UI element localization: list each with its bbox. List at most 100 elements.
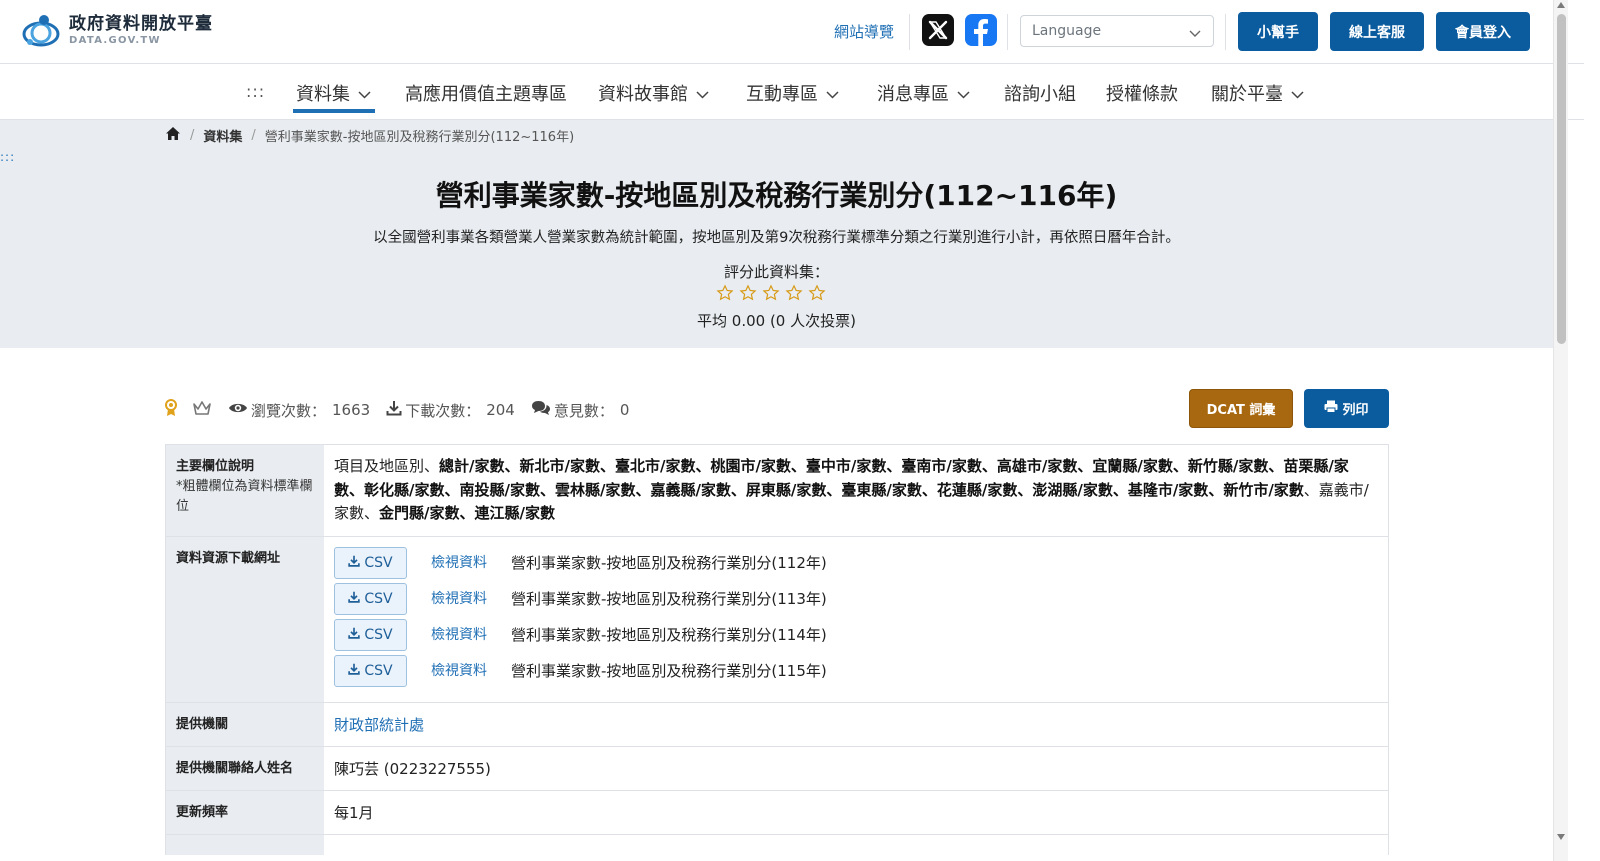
table-row: 主要欄位說明 *粗體欄位為資料標準欄位 項目及地區別、總計/家數、新北市/家數、… <box>166 445 1388 537</box>
star-icon[interactable] <box>739 284 757 306</box>
logo-title: 政府資料開放平臺 <box>69 14 213 34</box>
fields-description: 項目及地區別、總計/家數、新北市/家數、臺北市/家數、桃園市/家數、臺中市/家數… <box>324 445 1388 536</box>
star-icon[interactable] <box>785 284 803 306</box>
table-row: 更新頻率 每1月 <box>166 791 1388 835</box>
contact-person: 陳巧芸 (0223227555) <box>334 760 491 778</box>
dataset-stats: 瀏覽次數： 1663 下載次數： 204 意見數： 0 <box>164 399 629 421</box>
sitemap-link[interactable]: 網站導覽 <box>834 21 894 42</box>
breadcrumb-separator: / <box>251 128 256 143</box>
nav-label: 諮詢小組 <box>1004 84 1076 105</box>
breadcrumb-current: 營利事業家數-按地區別及稅務行業別分(112~116年) <box>264 130 575 145</box>
printer-icon <box>1324 400 1338 417</box>
view-data-link[interactable]: 檢視資料 <box>431 587 511 611</box>
resource-name: 營利事業家數-按地區別及稅務行業別分(112年) <box>511 554 827 572</box>
site-logo[interactable]: 政府資料開放平臺 DATA.GOV.TW <box>22 12 213 50</box>
nav-item-about[interactable]: 關於平臺 <box>1211 80 1304 106</box>
resource-name: 營利事業家數-按地區別及稅務行業別分(113年) <box>511 590 827 608</box>
download-icon <box>348 587 361 611</box>
nav-label: 消息專區 <box>877 84 949 105</box>
csv-label: CSV <box>364 591 393 607</box>
fields-header: 主要欄位說明 <box>176 459 255 474</box>
chevron-down-icon <box>696 83 709 104</box>
download-icon <box>386 400 402 420</box>
x-twitter-icon[interactable] <box>922 14 954 46</box>
csv-download-button[interactable]: CSV <box>334 547 407 579</box>
nav-item-license[interactable]: 授權條款 <box>1106 80 1178 106</box>
download-item: CSV 檢視資料 營利事業家數-按地區別及稅務行業別分(114年) <box>334 619 1378 651</box>
language-placeholder: Language <box>1032 23 1102 39</box>
badge-icon <box>164 399 178 421</box>
facebook-icon[interactable] <box>965 14 997 46</box>
nav-item-stories[interactable]: 資料故事館 <box>598 80 709 106</box>
nav-label: 資料集 <box>296 84 350 105</box>
download-icon <box>348 659 361 683</box>
nav-item-interactive[interactable]: 互動專區 <box>746 80 839 106</box>
chevron-down-icon <box>1291 83 1304 104</box>
scrollbar-thumb[interactable] <box>1557 14 1566 344</box>
nav-item-high-value[interactable]: 高應用價值主題專區 <box>405 80 567 106</box>
home-icon[interactable] <box>165 126 181 145</box>
csv-label: CSV <box>364 663 393 679</box>
chevron-down-icon <box>826 83 839 104</box>
view-data-link[interactable]: 檢視資料 <box>431 623 511 647</box>
chevron-down-icon <box>1189 26 1201 42</box>
star-icon[interactable] <box>808 284 826 306</box>
nav-item-advisory[interactable]: 諮詢小組 <box>1004 80 1076 106</box>
top-header: 政府資料開放平臺 DATA.GOV.TW 網站導覽 Language 小幫手 線… <box>0 0 1584 64</box>
agency-link[interactable]: 財政部統計處 <box>324 703 1388 746</box>
divider <box>909 14 910 50</box>
breadcrumb-separator: / <box>190 128 195 143</box>
csv-download-button[interactable]: CSV <box>334 583 407 615</box>
scroll-up-arrow-icon[interactable] <box>1557 2 1565 8</box>
row-header: 資料資源下載網址 <box>166 537 324 702</box>
csv-download-button[interactable]: CSV <box>334 655 407 687</box>
view-data-link[interactable]: 檢視資料 <box>431 659 511 683</box>
nav-label: 資料故事館 <box>598 84 688 105</box>
page-scrollbar[interactable] <box>1553 0 1568 861</box>
star-icon[interactable] <box>762 284 780 306</box>
comments-icon <box>531 400 551 420</box>
rating-stars <box>716 284 826 306</box>
download-item: CSV 檢視資料 營利事業家數-按地區別及稅務行業別分(112年) <box>334 547 1378 579</box>
table-row: 資料資源下載網址 CSV 檢視資料 營利事業家數-按地區別及稅務行業別分(112… <box>166 537 1388 703</box>
table-row: 提供機關聯絡人姓名 陳巧芸 (0223227555) <box>166 747 1388 791</box>
divider <box>1225 14 1226 50</box>
nav-label: 關於平臺 <box>1211 84 1283 105</box>
breadcrumb-datasets[interactable]: 資料集 <box>203 126 242 145</box>
csv-label: CSV <box>364 555 393 571</box>
chevron-down-icon <box>358 83 371 104</box>
download-icon <box>348 551 361 575</box>
nav-label: 互動專區 <box>746 84 818 105</box>
nav-active-indicator <box>293 109 375 113</box>
content-accesskey-anchor[interactable]: ::: <box>0 150 15 164</box>
logo-icon <box>22 12 62 50</box>
resource-name: 營利事業家數-按地區別及稅務行業別分(115年) <box>511 662 827 680</box>
divider <box>1007 14 1008 50</box>
view-count: 瀏覽次數： 1663 <box>228 400 370 421</box>
view-data-link[interactable]: 檢視資料 <box>431 551 511 575</box>
csv-download-button[interactable]: CSV <box>334 619 407 651</box>
crown-icon <box>192 400 212 420</box>
download-count-label: 下載次數： <box>405 401 481 420</box>
download-icon <box>348 623 361 647</box>
star-icon[interactable] <box>716 284 734 306</box>
eye-icon <box>228 401 248 419</box>
resource-name: 營利事業家數-按地區別及稅務行業別分(114年) <box>511 626 827 644</box>
nav-label: 高應用價值主題專區 <box>405 84 567 105</box>
view-count-value: 1663 <box>332 401 371 419</box>
nav-item-news[interactable]: 消息專區 <box>877 80 970 106</box>
nav-item-datasets[interactable]: 資料集 <box>296 80 371 106</box>
language-select[interactable]: Language <box>1020 15 1214 47</box>
rating-average: 平均 0.00 (0 人次投票) <box>697 312 856 330</box>
main-nav: ::: 資料集 高應用價值主題專區 資料故事館 互動專區 消息專區 諮詢小組 授… <box>0 64 1584 120</box>
login-button[interactable]: 會員登入 <box>1436 12 1530 51</box>
fields-note: *粗體欄位為資料標準欄位 <box>176 479 313 514</box>
scroll-down-arrow-icon[interactable] <box>1557 834 1565 840</box>
print-button[interactable]: 列印 <box>1304 389 1389 428</box>
accesskey-anchor[interactable]: ::: <box>246 82 265 101</box>
row-header: 提供機關聯絡人姓名 <box>166 747 324 790</box>
download-count-value: 204 <box>486 401 515 419</box>
dcat-vocabulary-button[interactable]: DCAT 詞彙 <box>1189 389 1293 428</box>
online-service-button[interactable]: 線上客服 <box>1330 12 1424 51</box>
helper-button[interactable]: 小幫手 <box>1238 12 1318 51</box>
